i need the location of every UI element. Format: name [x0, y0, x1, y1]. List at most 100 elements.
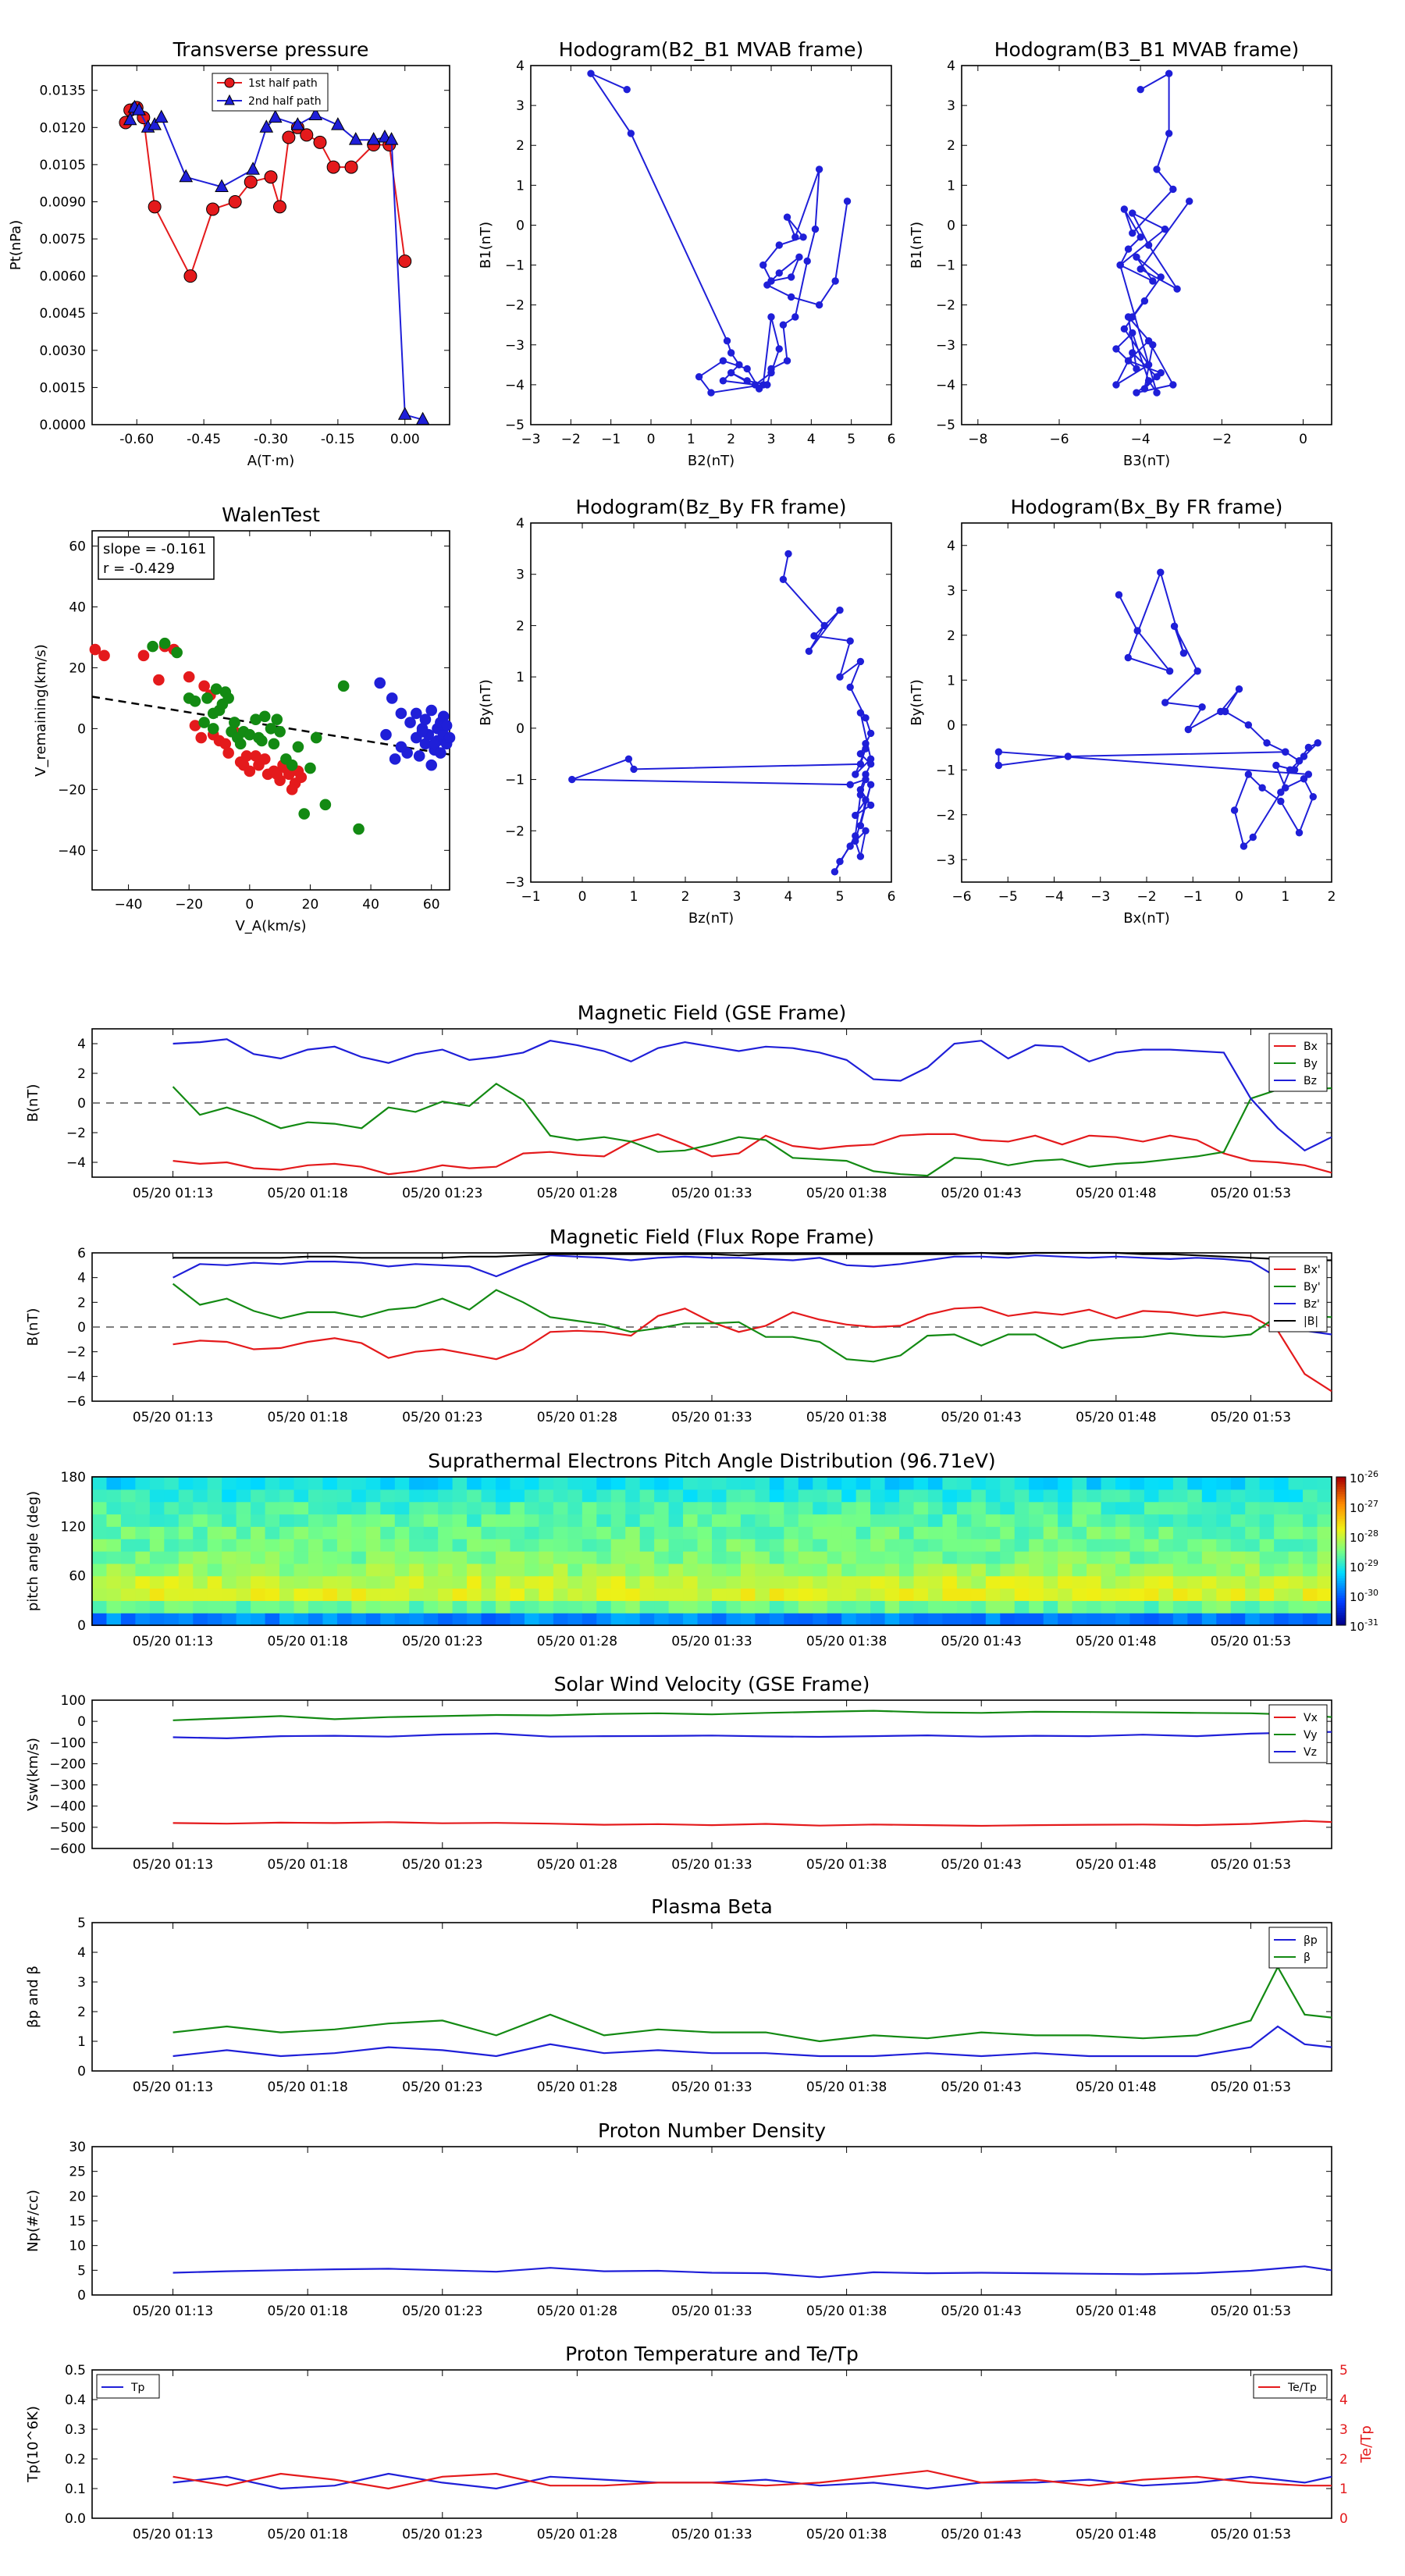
heatmap-cell	[927, 1539, 944, 1552]
heatmap-cell	[1000, 1551, 1016, 1564]
heatmap-cell	[351, 1600, 367, 1614]
hodogram-point	[775, 241, 783, 249]
heatmap-cell	[1043, 1489, 1058, 1503]
heatmap-cell	[1043, 1526, 1058, 1539]
heatmap-cell	[1144, 1489, 1160, 1503]
heatmap-cell	[279, 1539, 295, 1552]
colorbar-exponent: -27	[1364, 1499, 1378, 1509]
y-tick-label: 0.0030	[40, 343, 86, 359]
hodogram-point	[1136, 265, 1144, 273]
heatmap-cell	[467, 1600, 482, 1614]
heatmap-cell	[740, 1613, 756, 1626]
heatmap-cell	[769, 1600, 784, 1614]
scatter-point-green	[256, 735, 268, 747]
heatmap-cell	[654, 1575, 670, 1589]
heatmap-cell	[236, 1575, 251, 1589]
heatmap-cell	[913, 1489, 929, 1503]
colorbar-segment	[1336, 1531, 1346, 1535]
chart-title: Hodogram(B3_B1 MVAB frame)	[994, 38, 1300, 61]
x-tick-label: 1	[630, 889, 638, 905]
heatmap-cell	[582, 1489, 597, 1503]
scatter-point-blue	[419, 713, 432, 725]
heatmap-cell	[1274, 1526, 1289, 1539]
heatmap-cell	[539, 1588, 554, 1601]
heatmap-cell	[841, 1613, 857, 1626]
y-tick-label: −5	[936, 418, 955, 433]
heatmap-cell	[567, 1551, 583, 1564]
heatmap-cell	[135, 1551, 151, 1564]
colorbar-segment	[1336, 1528, 1346, 1532]
heatmap-cell	[798, 1613, 813, 1626]
heatmap-cell	[135, 1600, 151, 1614]
heatmap-cell	[956, 1551, 972, 1564]
scatter-point-green	[353, 823, 365, 835]
x-axis-label: A(T·m)	[247, 453, 295, 469]
legend: BxByBz	[1268, 1033, 1328, 1092]
heatmap-cell	[236, 1551, 251, 1564]
heatmap-cell	[92, 1600, 108, 1614]
y-tick-label: 1	[947, 178, 955, 194]
heatmap-cell	[971, 1526, 987, 1539]
heatmap-cell	[236, 1600, 251, 1614]
y-tick-label: 3	[947, 583, 955, 599]
heatmap-cell	[92, 1526, 108, 1539]
heatmap-cell	[1129, 1539, 1145, 1552]
heatmap-cell	[467, 1526, 482, 1539]
hodogram-point	[779, 575, 788, 583]
heatmap-cell	[639, 1526, 655, 1539]
scatter-point-red	[295, 771, 308, 784]
heatmap-cell	[1317, 1501, 1332, 1515]
y-tick-label: 5	[77, 1916, 86, 1931]
heatmap-cell	[683, 1489, 699, 1503]
scatter-point-blue	[435, 747, 446, 759]
y-axis-label: pitch angle (deg)	[25, 1491, 41, 1611]
heatmap-cell	[827, 1477, 842, 1490]
hodogram-point	[1272, 761, 1280, 770]
heatmap-cell	[409, 1575, 425, 1589]
y-tick-label: 0	[77, 1618, 86, 1634]
y-tick-label: 0.4	[65, 2393, 86, 2408]
y-tick-label: −3	[936, 338, 955, 354]
y-tick-label: −4	[66, 1369, 86, 1385]
y-tick-label: −400	[49, 1799, 86, 1815]
heatmap-cell	[193, 1489, 208, 1503]
heatmap-cell	[798, 1539, 813, 1552]
heatmap-cell	[1043, 1613, 1058, 1626]
y2-tick-label: 2	[1339, 2452, 1348, 2467]
heatmap-cell	[827, 1526, 842, 1539]
heatmap-cell	[1087, 1501, 1102, 1515]
heatmap-cell	[1029, 1477, 1044, 1490]
heatmap-cell	[222, 1539, 237, 1552]
hodogram-point	[856, 750, 865, 758]
x-tick-label: −8	[968, 432, 987, 447]
heatmap-cell	[1101, 1489, 1116, 1503]
heatmap-cell	[308, 1551, 324, 1564]
y2-tick-label: 1	[1339, 2482, 1348, 2497]
heatmap-cell	[1274, 1514, 1289, 1527]
colorbar-segment	[1336, 1588, 1346, 1592]
heatmap-cell	[654, 1588, 670, 1601]
heatmap-cell	[380, 1563, 396, 1577]
heatmap-cell	[827, 1613, 842, 1626]
hodogram-point	[1124, 245, 1133, 253]
colorbar-segment	[1336, 1560, 1346, 1564]
heatmap-cell	[207, 1526, 222, 1539]
heatmap-cell	[1303, 1526, 1318, 1539]
heatmap-cell	[942, 1551, 958, 1564]
heatmap-cell	[1201, 1489, 1217, 1503]
hodogram-point	[1309, 793, 1318, 801]
hodogram-b3-b1-chart: Hodogram(B3_B1 MVAB frame)−5−4−3−2−10123…	[909, 38, 1332, 469]
heatmap-cell	[394, 1489, 410, 1503]
x-tick-label: −2	[561, 432, 581, 447]
heatmap-cell	[1014, 1514, 1030, 1527]
heatmap-cell	[927, 1489, 944, 1503]
heatmap-cell	[567, 1514, 583, 1527]
heatmap-cell	[178, 1526, 194, 1539]
heatmap-cell	[1274, 1613, 1289, 1626]
heatmap-cell	[1144, 1514, 1160, 1527]
heatmap-cell	[279, 1489, 295, 1503]
y-tick-label: 0.3	[65, 2422, 86, 2438]
heatmap-cell	[1000, 1501, 1016, 1515]
heatmap-cell	[1144, 1526, 1160, 1539]
y-axis-label: B(nT)	[25, 1084, 41, 1123]
